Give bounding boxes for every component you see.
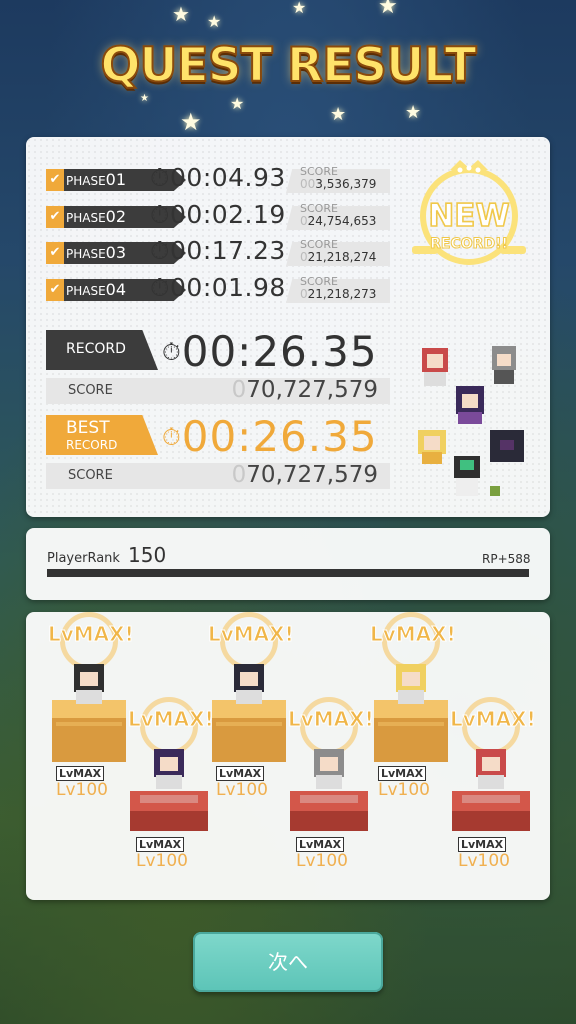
stopwatch-icon: ⏱ (150, 200, 171, 229)
lvmax-badge: LvMAX (458, 837, 507, 852)
new-record-line2: RECORD!! (430, 236, 508, 252)
unit-level: Lv100 (136, 851, 188, 871)
character-sprite (418, 430, 446, 464)
best-label-bottom: RECORD (66, 438, 118, 452)
phase-row: ✔ PHASE04 ⏱00:01.98 SCORE 021,218,273 (46, 273, 390, 303)
phase-score: 003,536,379 (300, 177, 377, 191)
unit-sprite (212, 664, 286, 762)
phase-time: ⏱00:04.93 (150, 163, 286, 192)
character-sprite (492, 346, 516, 384)
record-label: RECORD (66, 341, 126, 357)
lvmax-badge: LvMAX (296, 837, 345, 852)
stopwatch-icon: ⏱ (162, 423, 182, 451)
rank-progress-track (47, 569, 529, 577)
checkmark-icon: ✔ (46, 279, 64, 301)
phase-time: ⏱00:02.19 (150, 200, 286, 229)
phase-score: 021,218,273 (300, 287, 377, 301)
unit-sprite (52, 664, 126, 762)
best-record-tag: BEST RECORD (46, 415, 158, 455)
unit-sprite (452, 749, 530, 831)
star-icon: ★ (330, 104, 347, 125)
rank-points-gain: RP+588 (482, 552, 531, 566)
best-score-label: SCORE (68, 468, 113, 483)
star-icon: ★ (207, 12, 222, 31)
phase-score: 021,218,274 (300, 250, 377, 264)
stopwatch-icon: ⏱ (150, 163, 171, 192)
lvmax-badge: LvMAX (136, 837, 185, 852)
unit-level: Lv100 (458, 851, 510, 871)
phase-time: ⏱00:17.23 (150, 236, 286, 265)
unit-level: Lv100 (216, 780, 268, 800)
character-sprite (490, 430, 524, 462)
character-sprite (456, 386, 484, 424)
character-sprite (422, 348, 448, 386)
best-time: ⏱00:26.35 (162, 412, 378, 461)
star-icon: ★ (405, 102, 422, 123)
phase-row: ✔ PHASE02 ⏱00:02.19 SCORE 024,754,653 (46, 200, 390, 230)
star-icon: ★ (140, 93, 149, 104)
checkmark-icon: ✔ (46, 206, 64, 228)
phase-time: ⏱00:01.98 (150, 273, 286, 302)
rank-progress-fill (47, 569, 529, 577)
record-tag: RECORD (46, 330, 158, 370)
star-icon: ★ (172, 2, 190, 26)
player-rank-label: PlayerRank (47, 551, 120, 566)
checkmark-icon: ✔ (46, 242, 64, 264)
record-score: 070,727,579 (231, 377, 378, 403)
star-icon: ★ (180, 108, 202, 136)
unit-level: Lv100 (56, 780, 108, 800)
star-icon: ★ (378, 0, 398, 19)
stopwatch-icon: ⏱ (150, 273, 171, 302)
unit-level: Lv100 (296, 851, 348, 871)
record-time: ⏱00:26.35 (162, 327, 378, 376)
unit-sprite (290, 749, 368, 831)
best-score: 070,727,579 (231, 462, 378, 488)
stopwatch-icon: ⏱ (150, 236, 171, 265)
record-score-label: SCORE (68, 383, 113, 398)
lvmax-badge: LvMAX (216, 766, 265, 781)
unit-sprite (130, 749, 208, 831)
best-score-bar: SCORE 070,727,579 (46, 462, 390, 489)
new-record-line1: NEW (428, 198, 509, 234)
checkmark-icon: ✔ (46, 169, 64, 191)
lvmax-badge: LvMAX (378, 766, 427, 781)
new-record-stamp: NEW RECORD!! (412, 160, 526, 265)
record-score-bar: SCORE 070,727,579 (46, 377, 390, 404)
stopwatch-icon: ⏱ (162, 338, 182, 366)
best-label-top: BEST (66, 418, 110, 438)
next-button[interactable]: 次へ (193, 932, 383, 992)
unit-level: Lv100 (378, 780, 430, 800)
unit-sprite (374, 664, 448, 762)
lvmax-badge: LvMAX (56, 766, 105, 781)
screen-title: QUEST RESULT (99, 37, 477, 94)
star-icon: ★ (230, 94, 245, 113)
phase-row: ✔ PHASE01 ⏱00:04.93 SCORE 003,536,379 (46, 163, 390, 193)
star-icon: ★ (292, 0, 307, 17)
player-rank-value: 150 (128, 543, 167, 567)
phase-score: 024,754,653 (300, 214, 377, 228)
phase-row: ✔ PHASE03 ⏱00:17.23 SCORE 021,218,274 (46, 236, 390, 266)
party-sprites (418, 346, 524, 496)
